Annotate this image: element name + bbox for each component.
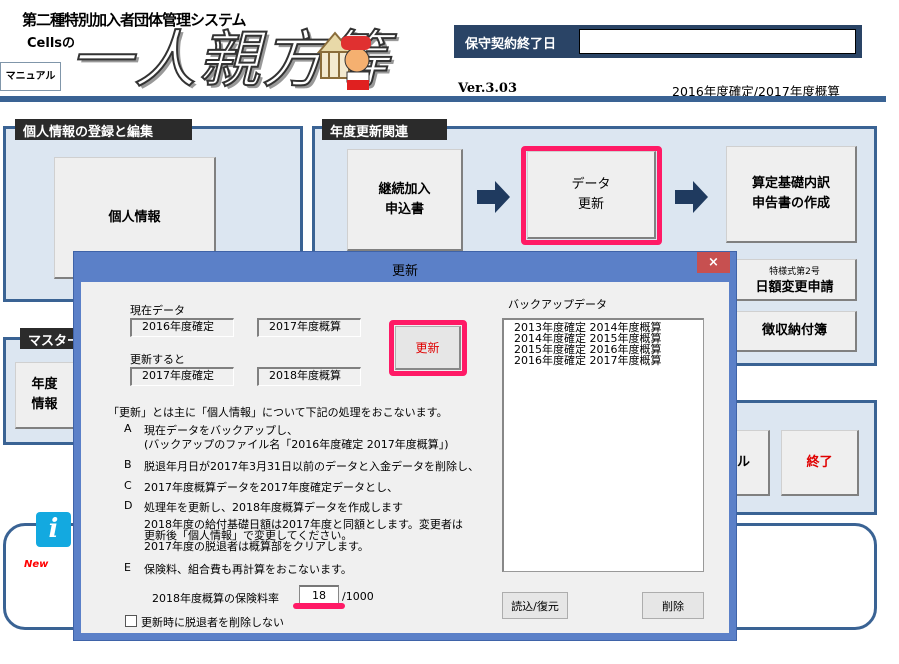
restore-button[interactable]: 読込/復元	[502, 592, 568, 619]
exit-button[interactable]: 終了	[781, 430, 859, 496]
item-key-e: E	[124, 561, 131, 574]
delete-button[interactable]: 削除	[642, 592, 704, 619]
rate-label: 2018年度概算の保険料率	[152, 592, 279, 605]
item-e-line: 保険料、組合費も再計算をおこないます。	[144, 563, 352, 576]
note-line: 2017年度の脱退者は概算部をクリアします。	[144, 540, 369, 553]
label: 算定基礎内訳	[751, 176, 830, 191]
label: 日額変更申請	[755, 279, 834, 295]
close-button[interactable]: ×	[697, 252, 730, 273]
label: データ	[571, 176, 611, 192]
current-confirmed-field: 2016年度確定	[130, 318, 234, 337]
maintenance-label: 保守契約終了日	[465, 37, 557, 52]
list-item[interactable]: 2016年度確定 2017年度概算	[514, 355, 703, 366]
personal-panel-title: 個人情報の登録と編集	[15, 119, 192, 140]
label: 申込書	[384, 201, 424, 217]
after-confirmed-field: 2017年度確定	[130, 367, 234, 386]
cells-label: Cellsの	[27, 36, 76, 51]
label: 年度	[31, 377, 58, 392]
dialog-title: 更新	[391, 264, 418, 279]
label: 申告書の作成	[751, 196, 830, 211]
label: 特様式第2号	[769, 266, 820, 277]
backup-listbox[interactable]: 2013年度確定 2014年度概算 2014年度確定 2015年度概算 2015…	[502, 318, 704, 572]
new-label: New	[24, 559, 49, 570]
keep-withdrawn-checkbox[interactable]	[125, 615, 137, 627]
item-c-line: 2017年度概算データを2017年度確定データとし、	[144, 481, 398, 494]
item-key-d: D	[124, 499, 133, 512]
data-update-button[interactable]: データ 更新	[527, 151, 656, 239]
after-update-label: 更新すると	[130, 353, 185, 366]
year-info-button[interactable]: 年度 情報	[15, 362, 75, 429]
item-key-c: C	[124, 479, 132, 492]
continue-application-button[interactable]: 継続加入 申込書	[347, 149, 463, 251]
calc-basis-button[interactable]: 算定基礎内訳 申告書の作成	[726, 146, 857, 243]
backup-label: バックアップデータ	[508, 298, 607, 311]
item-b-line: 脱退年月日が2017年3月31日以前のデータと入金データを削除し、	[144, 460, 479, 473]
item-a-line: (バックアップのファイル名「2016年度確定 2017年度概算」)	[144, 438, 449, 451]
item-key-b: B	[124, 458, 132, 471]
highlight-underline	[293, 603, 345, 609]
info-icon[interactable]: i	[36, 512, 71, 547]
label: 更新	[577, 196, 604, 212]
current-data-label: 現在データ	[130, 304, 185, 317]
mascot-image	[315, 30, 377, 92]
label: 情報	[31, 397, 58, 412]
arrow-right-icon	[477, 180, 511, 214]
maintenance-date-field[interactable]	[579, 29, 856, 54]
update-dialog: 更新 × 現在データ 2016年度確定 2017年度概算 更新すると 2017年…	[73, 251, 737, 641]
manual-button[interactable]: マニュアル	[0, 62, 61, 91]
rate-input[interactable]	[299, 585, 339, 604]
daily-change-button[interactable]: 特様式第2号日額変更申請	[733, 259, 857, 301]
current-estimate-field: 2017年度概算	[257, 318, 361, 337]
item-d-line: 処理年を更新し、2018年度概算データを作成します	[144, 501, 403, 514]
item-key-a: A	[124, 422, 132, 435]
maintenance-box: 保守契約終了日	[454, 25, 862, 58]
collection-ledger-button[interactable]: 徴収納付簿	[733, 311, 857, 352]
update-button[interactable]: 更新	[395, 326, 461, 370]
checkbox-label: 更新時に脱退者を削除しない	[141, 616, 284, 629]
description-text: 「更新」とは主に「個人情報」について下記の処理をおこないます。	[108, 406, 448, 419]
label: 継続加入	[378, 181, 431, 197]
after-estimate-field: 2018年度概算	[257, 367, 361, 386]
dialog-body: 現在データ 2016年度確定 2017年度概算 更新すると 2017年度確定 2…	[81, 282, 729, 633]
arrow-right-icon	[675, 180, 709, 214]
renewal-panel-title: 年度更新関連	[322, 119, 447, 140]
header-divider	[0, 96, 886, 102]
rate-unit: /1000	[342, 590, 374, 603]
version-label: Ver.3.03	[458, 81, 518, 96]
